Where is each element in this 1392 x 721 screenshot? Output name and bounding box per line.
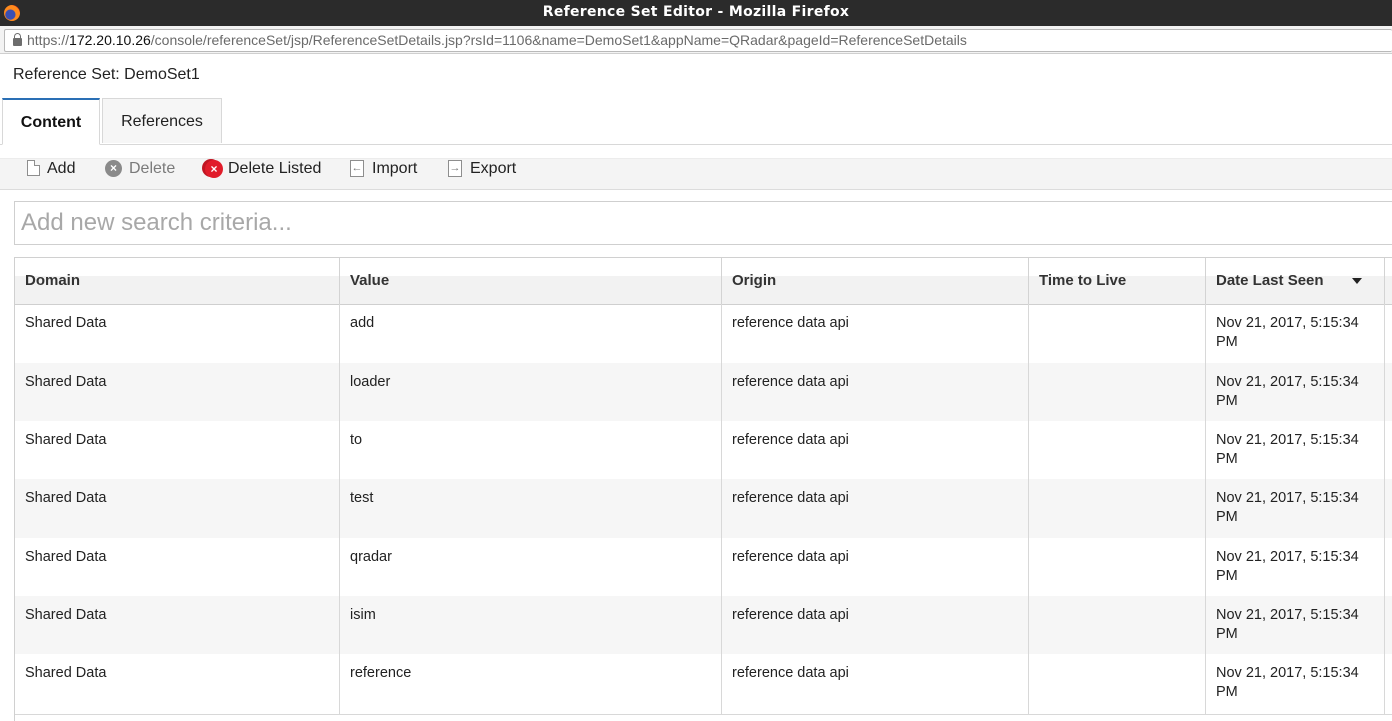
url-scheme: https:// [27,32,70,48]
cell-domain: Shared Data [15,479,340,538]
table-header: Domain Value Origin Time to Live Date La… [15,258,1392,305]
cell-origin: reference data api [722,421,1029,479]
search-input[interactable] [14,201,1392,245]
cell-time-to-live [1029,596,1206,654]
table-row[interactable]: Shared Data to reference data api Nov 21… [15,421,1392,479]
table-row[interactable]: Shared Data loader reference data api No… [15,363,1392,421]
column-header-value[interactable]: Value [340,258,722,304]
document-icon [27,160,40,176]
reference-set-table: Domain Value Origin Time to Live Date La… [14,257,1392,721]
cell-domain: Shared Data [15,654,340,714]
add-button[interactable]: Add [27,160,77,190]
sort-descending-icon[interactable] [1352,278,1362,284]
url-bar: https://172.20.10.26/console/referenceSe… [0,26,1392,54]
export-button[interactable]: → Export [448,160,520,190]
cell-value: qradar [340,538,722,596]
cell-time-to-live [1029,304,1206,363]
cell-date-last-seen: Nov 21, 2017, 5:15:34 PM [1206,596,1385,654]
url-field[interactable]: https://172.20.10.26/console/referenceSe… [4,29,1392,52]
cell-value: reference [340,654,722,714]
table-bottom-divider [15,714,1392,715]
delete-multiple-icon: × [205,160,223,178]
window-titlebar: Reference Set Editor - Mozilla Firefox [0,0,1392,26]
cell-time-to-live [1029,538,1206,596]
cell-time-to-live [1029,363,1206,421]
tab-content[interactable]: Content [2,98,100,145]
cell-origin: reference data api [722,479,1029,538]
window-title: Reference Set Editor - Mozilla Firefox [542,4,850,20]
cell-domain: Shared Data [15,363,340,421]
import-button[interactable]: ← Import [350,160,420,190]
column-header-origin[interactable]: Origin [722,258,1029,304]
table-row[interactable]: Shared Data qradar reference data api No… [15,538,1392,596]
cell-origin: reference data api [722,596,1029,654]
cell-origin: reference data api [722,538,1029,596]
column-header-date-last-seen-label: Date Last Seen [1216,272,1324,289]
cell-origin: reference data api [722,363,1029,421]
tab-bar: Content References [0,98,1392,145]
delete-circle-icon: × [105,160,122,177]
cell-date-last-seen: Nov 21, 2017, 5:15:34 PM [1206,304,1385,363]
column-header-time-to-live[interactable]: Time to Live [1029,258,1206,304]
toolbar: Add × Delete × Delete Listed ← Import → … [0,158,1392,190]
column-header-domain[interactable]: Domain [15,258,340,304]
cell-domain: Shared Data [15,421,340,479]
tab-references[interactable]: References [102,98,222,143]
lock-icon[interactable] [13,33,22,46]
cell-date-last-seen: Nov 21, 2017, 5:15:34 PM [1206,654,1385,714]
cell-time-to-live [1029,479,1206,538]
delete-button[interactable]: × Delete [105,160,177,190]
cell-date-last-seen: Nov 21, 2017, 5:15:34 PM [1206,421,1385,479]
url-host: 172.20.10.26 [69,32,151,48]
cell-date-last-seen: Nov 21, 2017, 5:15:34 PM [1206,538,1385,596]
export-button-label: Export [470,160,517,177]
cell-date-last-seen: Nov 21, 2017, 5:15:34 PM [1206,363,1385,421]
cell-date-last-seen: Nov 21, 2017, 5:15:34 PM [1206,479,1385,538]
cell-value: to [340,421,722,479]
cell-origin: reference data api [722,654,1029,714]
table-row[interactable]: Shared Data test reference data api Nov … [15,479,1392,538]
delete-listed-button-label: Delete Listed [228,160,322,177]
cell-time-to-live [1029,654,1206,714]
add-button-label: Add [47,160,76,177]
delete-listed-button[interactable]: × Delete Listed [205,160,323,190]
cell-value: test [340,479,722,538]
delete-button-label: Delete [129,160,176,177]
cell-domain: Shared Data [15,538,340,596]
cell-domain: Shared Data [15,596,340,654]
page-title: Reference Set: DemoSet1 [13,66,200,83]
column-header-date-last-seen[interactable]: Date Last Seen [1206,258,1385,304]
url-path: /console/referenceSet/jsp/ReferenceSetDe… [150,32,967,48]
export-icon: → [448,160,462,177]
cell-value: add [340,304,722,363]
cell-value: isim [340,596,722,654]
table-row[interactable]: Shared Data add reference data api Nov 2… [15,304,1392,363]
cell-value: loader [340,363,722,421]
cell-origin: reference data api [722,304,1029,363]
import-icon: ← [350,160,364,177]
table-row[interactable]: Shared Data isim reference data api Nov … [15,596,1392,654]
table-row[interactable]: Shared Data reference reference data api… [15,654,1392,714]
cell-time-to-live [1029,421,1206,479]
import-button-label: Import [372,160,418,177]
cell-domain: Shared Data [15,304,340,363]
